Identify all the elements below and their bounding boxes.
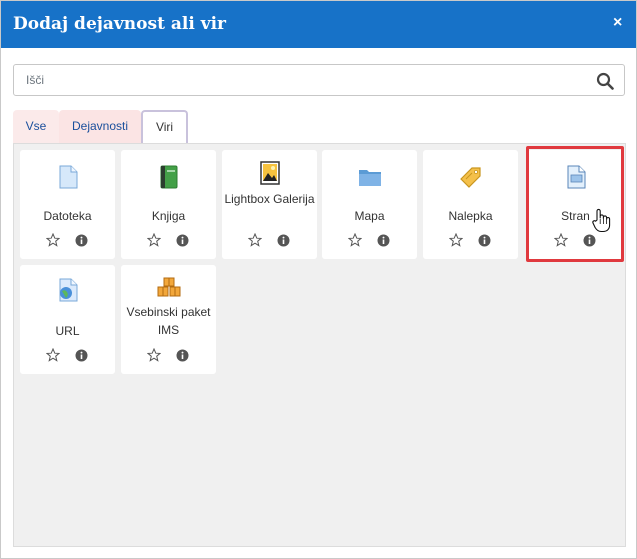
module-name: Lightbox Galerija [224, 192, 315, 206]
star-icon[interactable] [248, 233, 262, 247]
tab-dejavnosti[interactable]: Dejavnosti [59, 110, 141, 143]
book-icon [160, 165, 178, 189]
tab-vse[interactable]: Vse [13, 110, 59, 143]
module-name: Mapa [354, 209, 385, 223]
star-icon[interactable] [147, 233, 161, 247]
tab-viri[interactable]: Viri [141, 110, 188, 143]
url-icon [59, 278, 78, 302]
info-icon[interactable] [176, 349, 189, 362]
module-card-ims-paket[interactable]: Vsebinski paket IMS [121, 265, 216, 374]
star-icon[interactable] [449, 233, 463, 247]
search-icon[interactable] [596, 72, 614, 90]
module-name: Knjiga [151, 209, 186, 223]
star-icon[interactable] [46, 233, 60, 247]
gallery-icon [260, 161, 280, 185]
module-card-mapa[interactable]: Mapa [322, 150, 417, 259]
ims-package-icon [157, 277, 181, 297]
module-card-lightbox-galerija[interactable]: Lightbox Galerija [222, 150, 317, 259]
search-input[interactable] [14, 65, 584, 95]
module-name: Vsebinski paket IMS [126, 305, 211, 337]
info-icon[interactable] [377, 234, 390, 247]
file-icon [59, 165, 78, 189]
module-card-url[interactable]: URL [20, 265, 115, 374]
info-icon[interactable] [75, 349, 88, 362]
module-card-nalepka[interactable]: Nalepka [423, 150, 518, 259]
star-icon[interactable] [348, 233, 362, 247]
module-card-knjiga[interactable]: Knjiga [121, 150, 216, 259]
info-icon[interactable] [75, 234, 88, 247]
dialog-header: Dodaj dejavnost ali vir × [1, 1, 636, 48]
info-icon[interactable] [277, 234, 290, 247]
info-icon[interactable] [478, 234, 491, 247]
module-name: Nalepka [448, 209, 493, 223]
dialog-title: Dodaj dejavnost ali vir [13, 14, 226, 34]
module-card-datoteka[interactable]: Datoteka [20, 150, 115, 259]
hand-cursor-icon [592, 208, 611, 233]
label-icon [460, 167, 481, 188]
info-icon[interactable] [176, 234, 189, 247]
highlight-box [526, 146, 624, 262]
star-icon[interactable] [147, 348, 161, 362]
module-name: Datoteka [43, 209, 92, 223]
close-icon[interactable]: × [613, 15, 627, 31]
folder-icon [359, 170, 381, 186]
module-name: URL [55, 324, 80, 338]
search-box [13, 64, 625, 96]
add-activity-dialog: Dodaj dejavnost ali vir × Vse Dejavnosti… [0, 0, 637, 559]
star-icon[interactable] [46, 348, 60, 362]
